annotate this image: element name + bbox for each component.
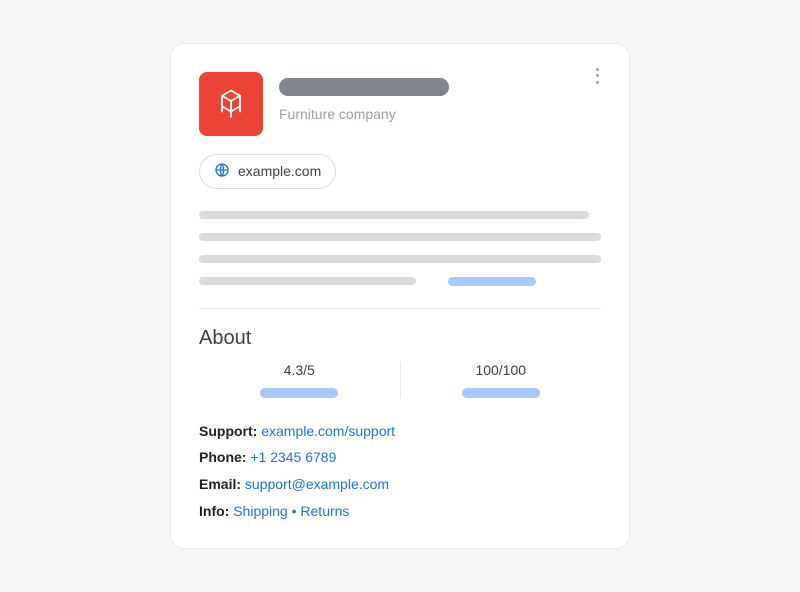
email-row: Email: support@example.com: [199, 471, 601, 498]
shipping-link[interactable]: Shipping: [233, 503, 288, 519]
skeleton-line: [199, 255, 601, 263]
rating-value: 100/100: [475, 362, 526, 378]
ratings-row: 4.3/5 100/100: [199, 362, 601, 398]
info-label: Info:: [199, 503, 229, 519]
returns-link[interactable]: Returns: [300, 503, 349, 519]
support-link[interactable]: example.com/support: [261, 423, 395, 439]
rating-card: 4.3/5: [199, 362, 401, 398]
company-category: Furniture company: [279, 106, 601, 122]
rating-card: 100/100: [401, 362, 602, 398]
rating-source-link[interactable]: [260, 388, 338, 398]
website-chip[interactable]: example.com: [199, 154, 336, 189]
contact-section: Support: example.com/support Phone: +1 2…: [199, 418, 601, 524]
rating-value: 4.3/5: [284, 362, 315, 378]
email-link[interactable]: support@example.com: [245, 476, 389, 492]
info-row: Info: Shipping • Returns: [199, 498, 601, 525]
chair-cube-icon: [213, 86, 249, 122]
overflow-menu-button[interactable]: [589, 68, 605, 84]
support-label: Support:: [199, 423, 257, 439]
globe-icon: [214, 162, 230, 181]
email-label: Email:: [199, 476, 241, 492]
title-block: Furniture company: [279, 72, 601, 136]
rating-source-link[interactable]: [462, 388, 540, 398]
skeleton-line: [199, 233, 601, 241]
phone-label: Phone:: [199, 449, 246, 465]
phone-row: Phone: +1 2345 6789: [199, 444, 601, 471]
support-row: Support: example.com/support: [199, 418, 601, 445]
card-header: Furniture company: [199, 72, 601, 136]
website-chip-label: example.com: [238, 163, 321, 179]
phone-link[interactable]: +1 2345 6789: [250, 449, 336, 465]
about-heading: About: [199, 327, 601, 350]
company-logo: [199, 72, 263, 136]
info-separator: •: [292, 503, 297, 519]
description-placeholder-block: [199, 211, 601, 286]
skeleton-line: [199, 211, 589, 219]
skeleton-line: [199, 277, 416, 285]
section-divider: [199, 308, 601, 309]
title-placeholder: [279, 78, 449, 96]
skeleton-link[interactable]: [448, 277, 536, 286]
knowledge-panel-card: Furniture company example.com About 4.3/…: [170, 43, 630, 549]
